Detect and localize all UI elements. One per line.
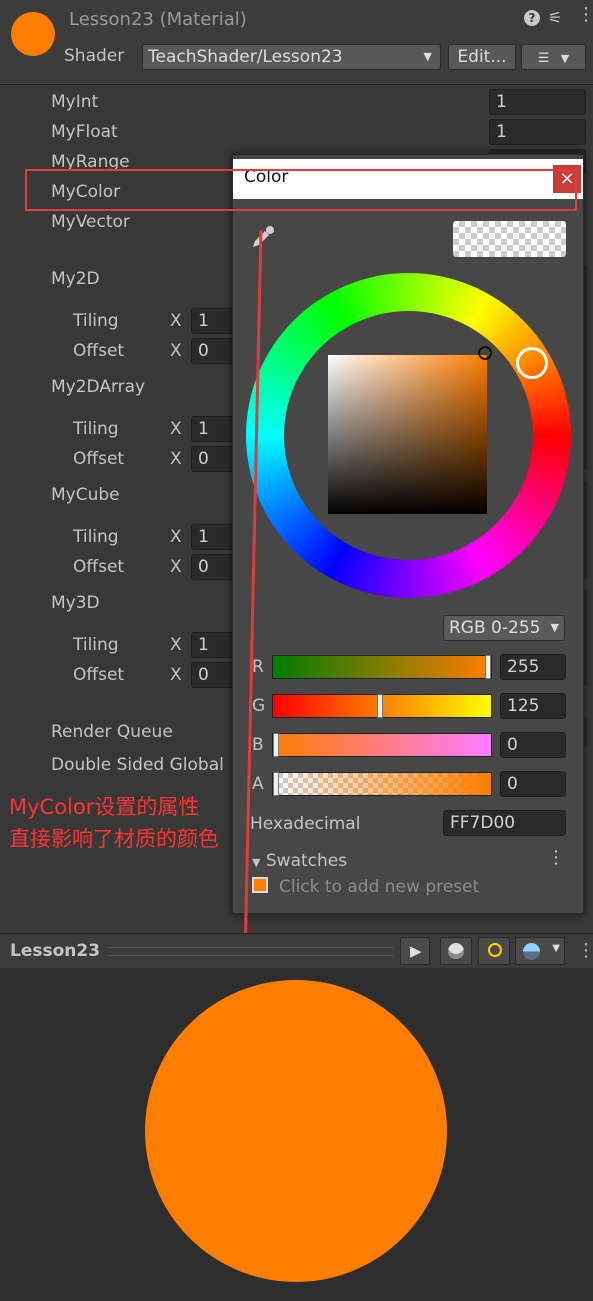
preview-menu-icon[interactable]: ⋮ xyxy=(577,940,593,961)
light-icon xyxy=(488,943,502,957)
preview-sphere xyxy=(145,980,447,1282)
play-icon: ▶ xyxy=(410,942,422,960)
annotation-arrow xyxy=(236,229,263,978)
chevron-down-icon: ▼ xyxy=(552,943,560,954)
preview-light-button[interactable] xyxy=(478,937,510,965)
preview-background-button[interactable]: ▼ xyxy=(515,937,565,965)
preview-drag-lines[interactable] xyxy=(108,947,393,956)
preview-mesh-button[interactable] xyxy=(440,937,472,965)
play-button[interactable]: ▶ xyxy=(400,937,430,965)
skybox-sphere-icon xyxy=(523,943,540,960)
material-preview-area[interactable] xyxy=(0,968,593,1301)
sphere-icon xyxy=(448,943,464,959)
preview-toolbar: Lesson23 ▶ ▼ ⋮ xyxy=(0,933,593,969)
preview-title: Lesson23 xyxy=(10,941,101,961)
